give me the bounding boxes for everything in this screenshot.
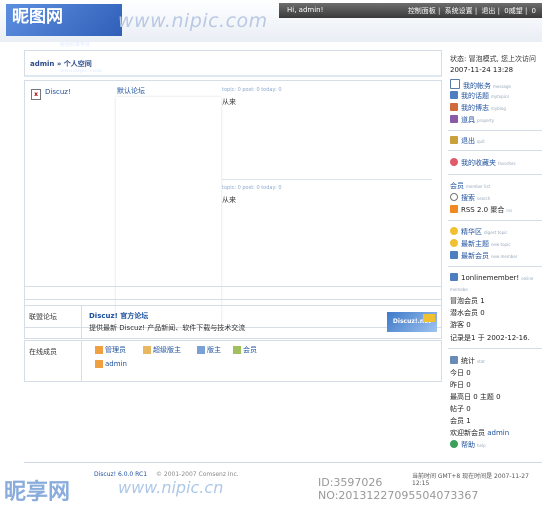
- footer-copyright: © 2001-2007 Comsenz Inc.: [156, 471, 239, 478]
- link-forums-box: 联盟论坛 Discuz! 官方论坛 提供最新 Discuz! 产品新闻、软件下载…: [24, 305, 442, 339]
- stat-today: 今日 0: [450, 369, 471, 377]
- last-visit-time: 2007-11-24 13:28: [450, 66, 514, 74]
- menu-messages[interactable]: 我的帐务 message: [450, 79, 511, 91]
- online-subtitle: memebe: [450, 287, 468, 292]
- heart-icon: [450, 158, 458, 166]
- divider: [81, 341, 82, 381]
- star-icon: [450, 239, 458, 247]
- watermark-logo: 昵享网: [4, 479, 71, 505]
- admin-user-icon: [95, 360, 103, 368]
- online-members-label: 在线成员: [29, 348, 57, 356]
- link-forum-desc: 提供最新 Discuz! 产品新闻、软件下载与技术交流: [89, 324, 246, 332]
- nav-link-logout[interactable]: 退出: [481, 7, 495, 15]
- link-forum-title[interactable]: Discuz! 官方论坛: [89, 311, 148, 321]
- page-title[interactable]: admin » 个人空间: [30, 59, 92, 69]
- record-line: 记录是1 于 2002-12-16.: [450, 334, 530, 342]
- envelope-icon: [450, 79, 460, 89]
- forum-row-meta: topic: 0 post: 0 today: 0: [222, 185, 282, 191]
- chart-icon: [450, 356, 458, 364]
- watermark-url: www.nipic.cn: [118, 478, 224, 497]
- main-content: admin » 个人空间 x Discuz! 默认论坛 topic: 0 pos…: [24, 50, 442, 462]
- site-url-watermark: www.nipic.com: [118, 10, 268, 32]
- member-icon: [233, 346, 241, 354]
- user-nav-bar: Hi, admin! 控制面板 | 系统设置 | 退出 | 0威望 | 0: [279, 3, 542, 18]
- logo-text: 昵图网: [12, 7, 63, 27]
- users-icon: [450, 273, 458, 281]
- personal-space-header: admin » 个人空间: [24, 50, 442, 77]
- new-member-link[interactable]: admin: [487, 429, 509, 437]
- menu-myblog[interactable]: 我的博志 myblog: [450, 103, 506, 113]
- site-logo[interactable]: 昵图网 原创共享平台 www.nipic.com: [6, 4, 122, 74]
- welcome-new-member: 欢迎新会员 admin: [450, 429, 510, 437]
- help-icon: [450, 440, 458, 448]
- legend-mod: 版主: [197, 345, 221, 355]
- broken-image-icon: x: [31, 89, 41, 100]
- forum-row-text[interactable]: 从来: [222, 97, 236, 107]
- quick-new-members[interactable]: 最新会员 new member: [450, 251, 517, 261]
- divider: [448, 266, 542, 267]
- home-icon: [450, 103, 458, 111]
- star-icon: [450, 227, 458, 235]
- online-summary[interactable]: 1onlinemember! online: [450, 273, 533, 282]
- discuz-banner[interactable]: Discuz!.net: [387, 312, 437, 332]
- divider: [448, 174, 542, 175]
- logout-link[interactable]: 退出 quit: [450, 136, 485, 146]
- stats-header[interactable]: 统计 stat: [450, 356, 485, 366]
- divider: [81, 306, 82, 338]
- menu-property[interactable]: 道具 property: [450, 115, 494, 125]
- users-icon: [450, 91, 458, 99]
- legend-admin: 管理员: [95, 345, 126, 355]
- tool-rss[interactable]: RSS 2.0 聚合 rss: [450, 205, 512, 215]
- divider: [448, 220, 542, 221]
- stat-yesterday: 昨日 0: [450, 381, 471, 389]
- top-header: 昵图网 原创共享平台 www.nipic.com www.nipic.com H…: [0, 0, 542, 74]
- stat-guests: 游客 0: [450, 321, 471, 329]
- forum-name-link[interactable]: Discuz!: [45, 88, 71, 96]
- forum-category-link[interactable]: 默认论坛: [117, 86, 145, 96]
- nav-link-settings[interactable]: 系统设置: [445, 7, 473, 15]
- greeting: Hi, admin!: [287, 6, 324, 14]
- users-icon: [450, 251, 458, 259]
- quick-digest[interactable]: 精华区 digest topic: [450, 227, 507, 237]
- admin-user-icon: [95, 346, 103, 354]
- magic-icon: [450, 115, 458, 123]
- online-member-admin[interactable]: admin: [95, 360, 127, 368]
- nav-link-control-panel[interactable]: 控制面板: [408, 7, 436, 15]
- nav-link-credits[interactable]: 0: [532, 7, 536, 15]
- super-mod-icon: [143, 346, 151, 354]
- search-icon: [450, 193, 458, 201]
- tool-members[interactable]: 会员 member list: [450, 181, 490, 191]
- legend-super-mod: 超级版主: [143, 345, 181, 355]
- divider: [448, 130, 542, 131]
- tool-search[interactable]: 搜索 search: [450, 193, 490, 203]
- watermark-id: ID:3597026 NO:20131227095504073367: [318, 476, 479, 502]
- menu-mytopics[interactable]: 我的话题 mytopics: [450, 91, 509, 101]
- empty-strip: [24, 286, 442, 300]
- online-members-box: 在线成员 管理员 超级版主 版主 会员 admin: [24, 340, 442, 382]
- stat-max-day: 最高日 0 主题 0: [450, 393, 501, 401]
- row-divider: [222, 179, 432, 180]
- forum-row-meta: topic: 0 post: 0 today: 0: [222, 87, 282, 93]
- help-link[interactable]: 帮助 help: [450, 440, 486, 450]
- favorites-link[interactable]: 我的收藏夹 favorites: [450, 158, 516, 168]
- quick-new-topics[interactable]: 最新主题 new topic: [450, 239, 510, 249]
- stat-members: 会员 1: [450, 417, 471, 425]
- sidebar: 状态: 冒泡模式, 您上次访问 2007-11-24 13:28 我的帐务 mes…: [448, 50, 542, 462]
- mod-icon: [197, 346, 205, 354]
- forum-row-text[interactable]: 从来: [222, 195, 236, 205]
- nav-link-reputation[interactable]: 0威望: [504, 7, 522, 15]
- status-line: 状态: 冒泡模式, 您上次访问: [450, 55, 537, 63]
- link-forums-label: 联盟论坛: [29, 313, 57, 321]
- logout-icon: [450, 136, 458, 144]
- divider: [448, 348, 542, 349]
- rss-icon: [450, 205, 458, 213]
- footer-logo[interactable]: Discuz! 6.0.0 RC1: [94, 471, 147, 478]
- user-links: 控制面板 | 系统设置 | 退出 | 0威望 | 0: [407, 7, 536, 15]
- stat-bubble-members: 冒泡会员 1: [450, 297, 485, 305]
- legend-member: 会员: [233, 345, 257, 355]
- divider: [448, 150, 542, 151]
- stat-posts: 帖子 0: [450, 405, 471, 413]
- stat-hidden-members: 潜水会员 0: [450, 309, 485, 317]
- banner-accent: [423, 314, 435, 322]
